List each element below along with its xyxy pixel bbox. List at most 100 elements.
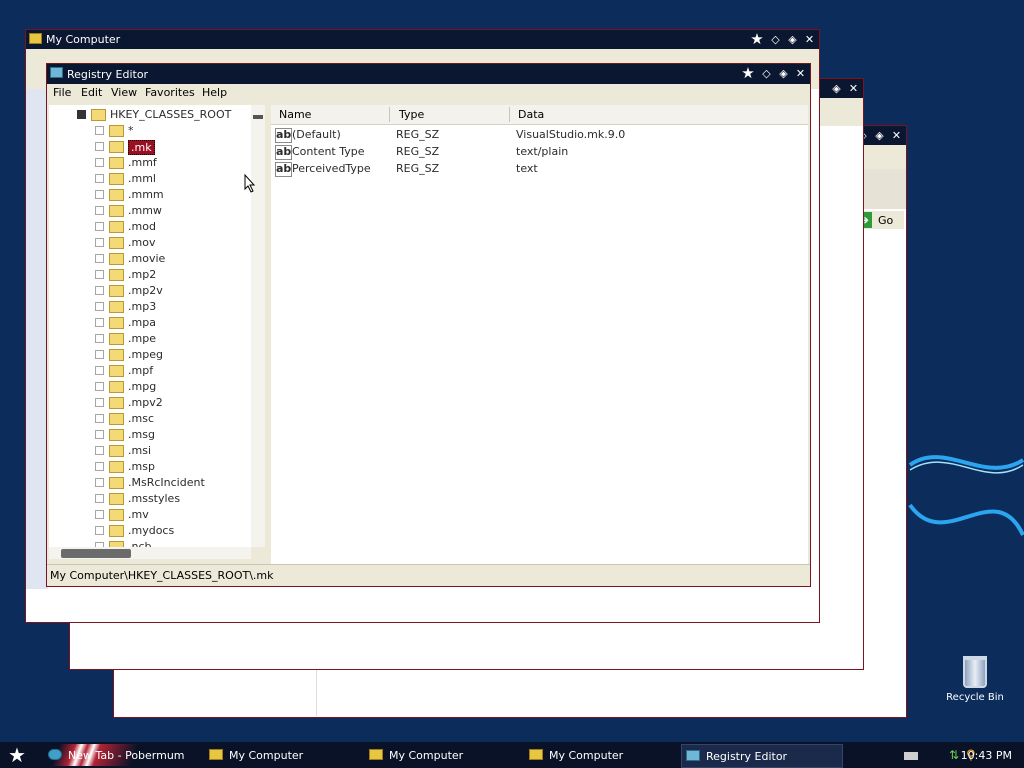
folder-icon: [529, 749, 543, 760]
menu-bar: File Edit View Favorites Help: [47, 84, 810, 102]
pin-star-icon[interactable]: ★: [748, 32, 766, 47]
close-button[interactable]: ✕: [846, 81, 861, 96]
folder-icon: [109, 237, 124, 249]
scroll-thumb[interactable]: [61, 549, 131, 558]
values-list[interactable]: Name Type Data ab (Default) REG_SZ Visua…: [271, 105, 808, 585]
task-my-computer-1[interactable]: My Computer: [205, 744, 355, 766]
window-title: My Computer: [46, 33, 121, 46]
maximize-button[interactable]: ◈: [785, 32, 800, 47]
expand-toggle[interactable]: [95, 382, 104, 391]
folder-icon: [91, 109, 106, 121]
expand-toggle[interactable]: [95, 462, 104, 471]
folder-icon: [109, 493, 124, 505]
folder-icon: [109, 429, 124, 441]
column-separator[interactable]: [509, 107, 510, 122]
registry-tree[interactable]: HKEY_CLASSES_ROOT * .mk .mmf .mml .mmm .mmw…: [49, 105, 251, 547]
expand-toggle[interactable]: [95, 334, 104, 343]
window-titlebar[interactable]: My Computer ★ ◇ ◈ ✕: [26, 30, 819, 49]
menu-favorites[interactable]: Favorites: [145, 86, 195, 99]
task-my-computer-3[interactable]: My Computer: [525, 744, 675, 766]
mouse-cursor-icon: [244, 174, 256, 193]
column-type[interactable]: Type: [399, 108, 424, 121]
task-new-tab[interactable]: New Tab - Pobermum: [44, 744, 194, 766]
task-my-computer-2[interactable]: My Computer: [365, 744, 515, 766]
expand-toggle[interactable]: [95, 238, 104, 247]
string-value-icon: ab: [275, 145, 292, 160]
string-value-icon: ab: [275, 162, 292, 177]
folder-icon: [109, 477, 124, 489]
minimize-button[interactable]: ◇: [768, 32, 783, 47]
menu-edit[interactable]: Edit: [81, 86, 102, 99]
pin-star-icon[interactable]: ★: [739, 66, 757, 81]
table-row[interactable]: ab PerceivedType REG_SZ text: [271, 160, 808, 177]
recycle-bin-label: Recycle Bin: [946, 692, 1004, 703]
expand-toggle[interactable]: [95, 526, 104, 535]
expand-toggle[interactable]: [95, 222, 104, 231]
folder-icon: [109, 221, 124, 233]
menu-view[interactable]: View: [111, 86, 137, 99]
folder-icon: [109, 301, 124, 313]
maximize-button[interactable]: ◈: [872, 128, 887, 143]
maximize-button[interactable]: ◈: [829, 81, 844, 96]
expand-toggle[interactable]: [95, 286, 104, 295]
registry-editor-window[interactable]: Registry Editor ★ ◇ ◈ ✕ File Edit View F…: [46, 63, 811, 587]
expand-toggle[interactable]: [95, 126, 104, 135]
menu-help[interactable]: Help: [202, 86, 227, 99]
expand-toggle[interactable]: [95, 366, 104, 375]
expand-toggle[interactable]: [95, 398, 104, 407]
keyboard-icon[interactable]: [904, 752, 918, 760]
folder-icon: [109, 253, 124, 265]
expand-toggle[interactable]: [95, 174, 104, 183]
expand-toggle[interactable]: [95, 430, 104, 439]
expand-toggle[interactable]: [95, 350, 104, 359]
expand-toggle[interactable]: [95, 318, 104, 327]
expand-toggle[interactable]: [95, 446, 104, 455]
menu-file[interactable]: File: [53, 86, 71, 99]
start-star-icon[interactable]: ★: [6, 744, 28, 766]
folder-icon: [29, 33, 42, 44]
expand-toggle[interactable]: [95, 494, 104, 503]
column-data[interactable]: Data: [518, 108, 544, 121]
browser-icon: [48, 749, 62, 760]
scroll-thumb[interactable]: [253, 115, 263, 119]
close-button[interactable]: ✕: [793, 66, 808, 81]
minimize-button[interactable]: ◇: [759, 66, 774, 81]
expand-toggle[interactable]: [95, 302, 104, 311]
folder-icon: [109, 317, 124, 329]
folder-icon: [109, 349, 124, 361]
expand-toggle[interactable]: [95, 158, 104, 167]
recycle-bin-icon[interactable]: Recycle Bin: [944, 656, 1006, 703]
string-value-icon: ab: [275, 128, 292, 143]
expand-toggle[interactable]: [95, 206, 104, 215]
expand-toggle[interactable]: [95, 190, 104, 199]
collapse-toggle[interactable]: [77, 110, 86, 119]
expand-toggle[interactable]: [95, 478, 104, 487]
close-button[interactable]: ✕: [889, 128, 904, 143]
folder-icon: [109, 157, 124, 169]
expand-toggle[interactable]: [95, 270, 104, 279]
window-titlebar[interactable]: Registry Editor ★ ◇ ◈ ✕: [47, 64, 810, 84]
registry-icon: [50, 67, 63, 78]
folder-open-icon: [109, 141, 124, 153]
task-registry-editor[interactable]: Registry Editor: [681, 744, 843, 768]
folder-icon: [109, 509, 124, 521]
tree-vertical-scrollbar[interactable]: [251, 105, 265, 547]
close-button[interactable]: ✕: [802, 32, 817, 47]
table-row[interactable]: ab (Default) REG_SZ VisualStudio.mk.9.0: [271, 126, 808, 143]
folder-icon: [109, 269, 124, 281]
go-label: Go: [878, 214, 894, 227]
wallpaper-swirl: [908, 455, 1024, 536]
folder-icon: [369, 749, 383, 760]
folder-icon: [109, 461, 124, 473]
column-name[interactable]: Name: [279, 108, 311, 121]
maximize-button[interactable]: ◈: [776, 66, 791, 81]
column-separator[interactable]: [389, 107, 390, 122]
expand-toggle[interactable]: [95, 254, 104, 263]
folder-icon: [109, 125, 124, 137]
expand-toggle[interactable]: [95, 414, 104, 423]
expand-toggle[interactable]: [95, 510, 104, 519]
expand-toggle[interactable]: [95, 142, 104, 151]
table-row[interactable]: ab Content Type REG_SZ text/plain: [271, 143, 808, 160]
list-header: Name Type Data: [271, 105, 808, 125]
tree-horizontal-scrollbar[interactable]: [49, 547, 251, 559]
